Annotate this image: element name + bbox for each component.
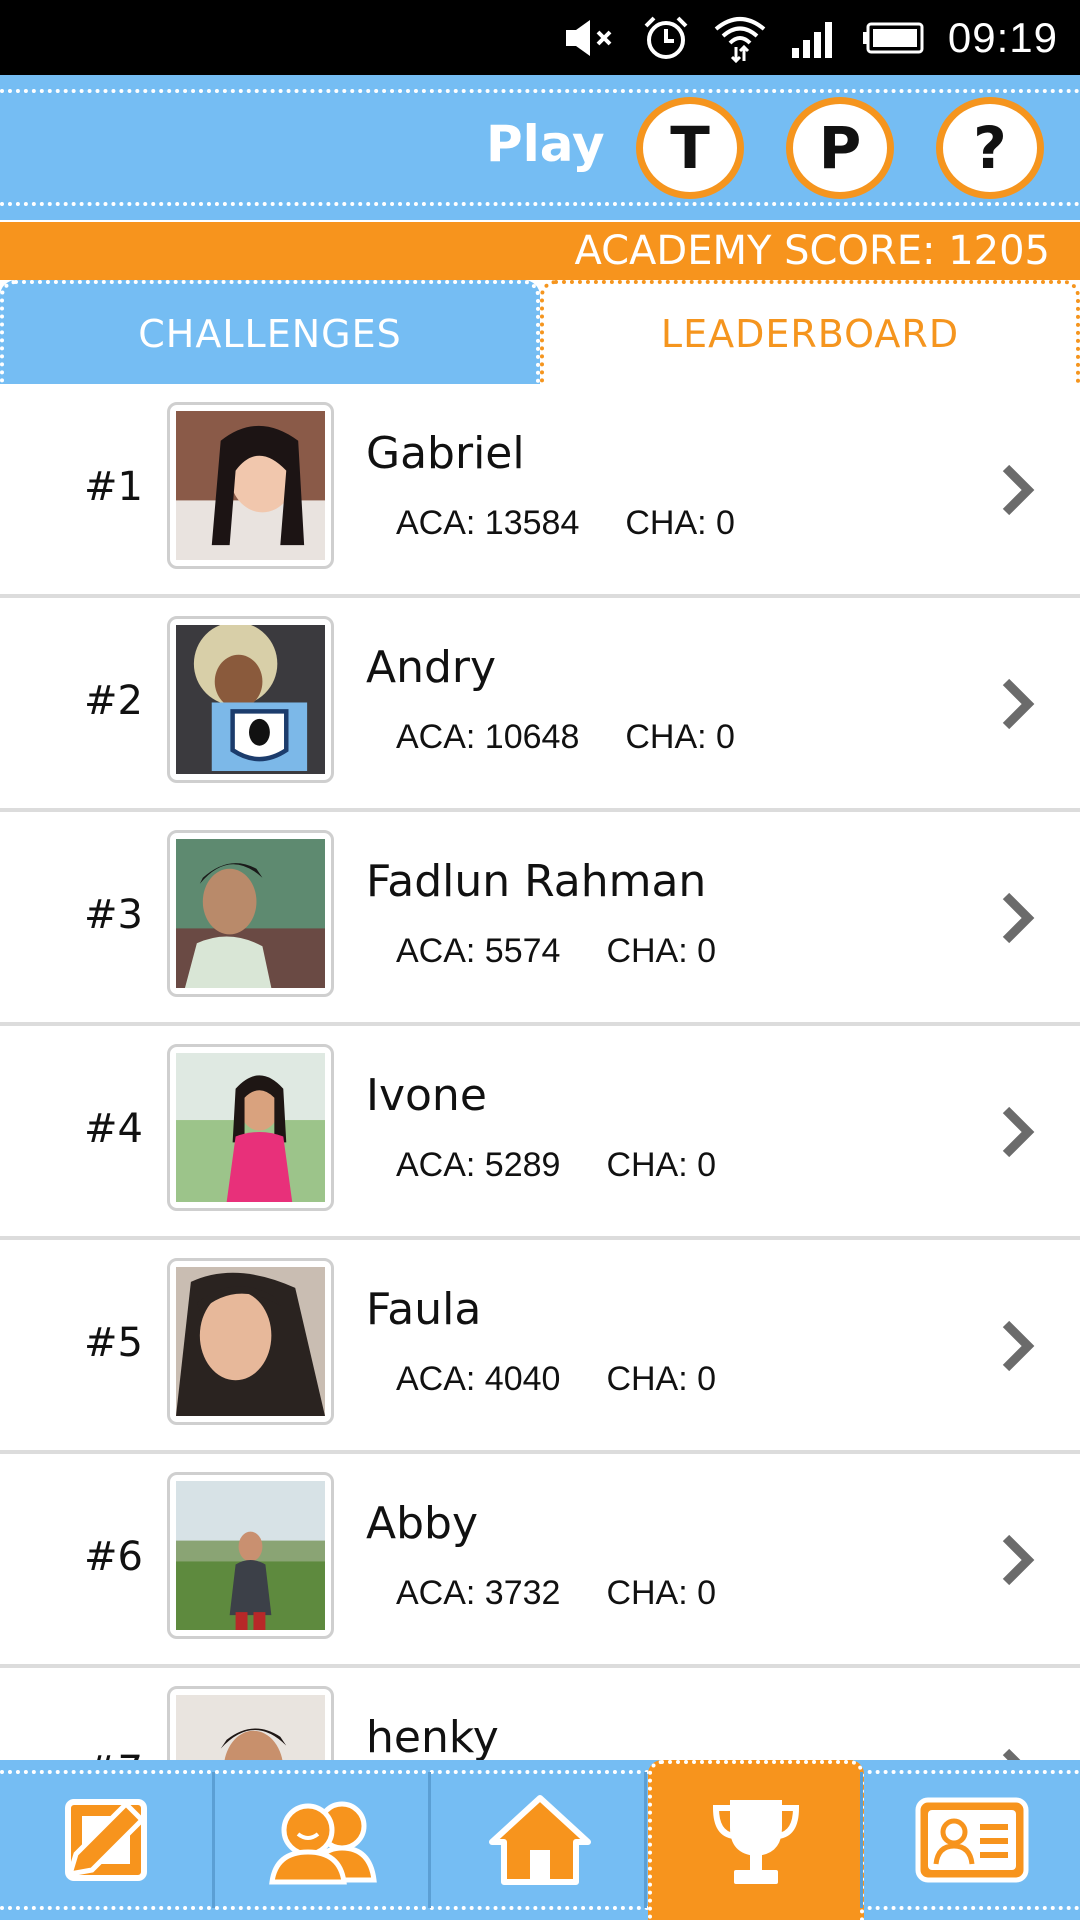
status-time: 09:19 xyxy=(947,13,1058,61)
trophy-icon xyxy=(712,1800,800,1884)
rank-label: #7 xyxy=(84,1748,143,1760)
chevron-right-icon[interactable] xyxy=(1000,462,1036,518)
wifi-icon xyxy=(712,13,768,63)
player-stats: ACA: 4040 CHA: 0 xyxy=(396,1360,716,1399)
cha-score: CHA: 0 xyxy=(625,504,735,542)
player-stats: ACA: 13584 CHA: 0 xyxy=(396,504,735,543)
p-button[interactable]: P xyxy=(786,97,894,199)
nav-home-button[interactable] xyxy=(432,1760,648,1920)
cha-score: CHA: 0 xyxy=(606,932,717,970)
player-name: Gabriel xyxy=(366,428,525,479)
help-button[interactable]: ? xyxy=(936,97,1044,199)
player-name: Andry xyxy=(366,642,497,693)
leaderboard-row[interactable]: #6 Abby ACA: 3732 CHA: 0 xyxy=(0,1454,1080,1668)
header-divider-top xyxy=(0,89,1080,93)
chevron-right-icon[interactable] xyxy=(1000,1104,1036,1160)
profile-card-icon xyxy=(915,1797,1029,1883)
tab-bar: CHALLENGES LEADERBOARD xyxy=(0,280,1080,384)
signal-icon xyxy=(790,16,840,60)
player-stats: ACA: 10648 CHA: 0 xyxy=(396,718,735,757)
chevron-right-icon[interactable] xyxy=(1000,1318,1036,1374)
nav-separator xyxy=(860,1772,863,1908)
leaderboard-list[interactable]: #1 Gabriel ACA: 13584 CHA: 0 #2 Andry AC… xyxy=(0,384,1080,1760)
avatar xyxy=(167,402,334,569)
aca-score: ACA: 4040 xyxy=(396,1360,561,1398)
leaderboard-row[interactable]: #5 Faula ACA: 4040 CHA: 0 xyxy=(0,1240,1080,1454)
nav-separator xyxy=(212,1772,215,1908)
nav-profile-button[interactable] xyxy=(864,1760,1080,1920)
academy-score: ACADEMY SCORE: 1205 xyxy=(574,228,1050,274)
avatar xyxy=(167,616,334,783)
battery-icon xyxy=(862,21,926,55)
avatar xyxy=(167,1686,334,1760)
avatar xyxy=(167,1472,334,1639)
cha-score: CHA: 0 xyxy=(625,718,735,756)
page-title: Play xyxy=(486,115,605,173)
friends-icon xyxy=(269,1801,377,1885)
leaderboard-row[interactable]: #1 Gabriel ACA: 13584 CHA: 0 xyxy=(0,384,1080,598)
cha-score: CHA: 0 xyxy=(606,1146,717,1184)
aca-score: ACA: 13584 xyxy=(396,504,580,542)
player-name: Faula xyxy=(366,1284,482,1335)
leaderboard-row[interactable]: #3 Fadlun Rahman ACA: 5574 CHA: 0 xyxy=(0,812,1080,1026)
rank-label: #5 xyxy=(84,1320,143,1366)
aca-score: ACA: 10648 xyxy=(396,718,580,756)
nav-edit-button[interactable] xyxy=(0,1760,216,1920)
nav-separator xyxy=(428,1772,431,1908)
player-name: Abby xyxy=(366,1498,478,1549)
nav-trophy-button[interactable] xyxy=(648,1760,864,1920)
avatar xyxy=(167,1258,334,1425)
aca-score: ACA: 5289 xyxy=(396,1146,561,1184)
bottom-nav xyxy=(0,1760,1080,1920)
rank-label: #4 xyxy=(84,1106,143,1152)
header-divider-bottom xyxy=(0,202,1080,206)
rank-label: #3 xyxy=(84,892,143,938)
chevron-right-icon[interactable] xyxy=(1000,890,1036,946)
chevron-right-icon[interactable] xyxy=(1000,1746,1036,1760)
tab-challenges[interactable]: CHALLENGES xyxy=(0,280,540,384)
rank-label: #2 xyxy=(84,678,143,724)
leaderboard-row[interactable]: #4 Ivone ACA: 5289 CHA: 0 xyxy=(0,1026,1080,1240)
aca-score: ACA: 3732 xyxy=(396,1574,561,1612)
rank-label: #1 xyxy=(84,464,143,510)
aca-score: ACA: 5574 xyxy=(396,932,561,970)
player-stats: ACA: 3732 CHA: 0 xyxy=(396,1574,716,1613)
player-name: Fadlun Rahman xyxy=(366,856,707,907)
nav-separator xyxy=(644,1772,647,1908)
header-bar: Play T P ? xyxy=(0,75,1080,220)
player-name: henky xyxy=(366,1712,499,1760)
cha-score: CHA: 0 xyxy=(606,1360,717,1398)
edit-icon xyxy=(65,1799,147,1881)
leaderboard-row[interactable]: #7 henky xyxy=(0,1668,1080,1760)
player-stats: ACA: 5289 CHA: 0 xyxy=(396,1146,716,1185)
tab-leaderboard[interactable]: LEADERBOARD xyxy=(540,280,1080,384)
chevron-right-icon[interactable] xyxy=(1000,676,1036,732)
leaderboard-row[interactable]: #2 Andry ACA: 10648 CHA: 0 xyxy=(0,598,1080,812)
avatar xyxy=(167,830,334,997)
avatar xyxy=(167,1044,334,1211)
academy-score-bar: ACADEMY SCORE: 1205 xyxy=(0,222,1080,280)
mute-icon xyxy=(562,16,620,60)
chevron-right-icon[interactable] xyxy=(1000,1532,1036,1588)
t-button[interactable]: T xyxy=(636,97,744,199)
player-name: Ivone xyxy=(366,1070,487,1121)
rank-label: #6 xyxy=(84,1534,143,1580)
nav-friends-button[interactable] xyxy=(216,1760,432,1920)
alarm-icon xyxy=(642,14,690,62)
status-bar: 09:19 xyxy=(0,0,1080,75)
home-icon xyxy=(489,1795,591,1885)
cha-score: CHA: 0 xyxy=(606,1574,717,1612)
player-stats: ACA: 5574 CHA: 0 xyxy=(396,932,716,971)
